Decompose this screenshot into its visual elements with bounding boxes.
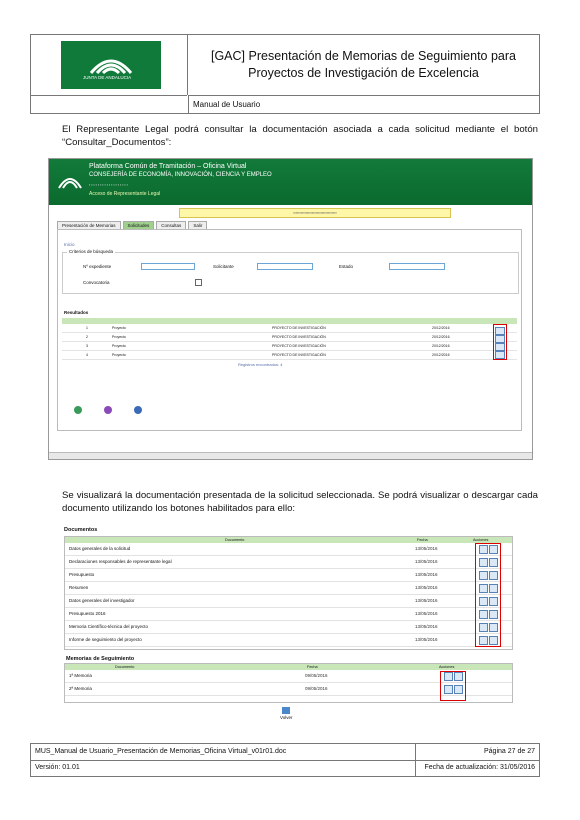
footer-doc-name: MUS_Manual de Usuario_Presentación de Me… <box>35 748 287 755</box>
banner-access: Acceso de Representante Legal <box>89 191 161 197</box>
screenshot-consultar-documentos: Plataforma Común de Tramitación – Oficin… <box>48 158 533 460</box>
banner-title: Plataforma Común de Tramitación – Oficin… <box>89 163 247 170</box>
estado-input[interactable] <box>389 263 445 270</box>
search-panel: Inicio Criterios de búsqueda Nº expedien… <box>57 229 522 431</box>
document-subtitle: Manual de Usuario <box>188 95 539 114</box>
junta-logo: JUNTA DE ANDALUCIA <box>31 35 188 95</box>
table-row: Declaraciones responsables de representa… <box>65 556 512 569</box>
consultar-documentos-icon[interactable] <box>495 327 505 335</box>
fieldset-legend: Criterios de búsqueda <box>67 249 116 254</box>
table-row: Informe de seguimiento del proyecto 13/05… <box>65 634 512 647</box>
warning-bar: ▪▪▪▪▪▪▪▪▪▪▪▪▪▪▪▪▪▪▪▪▪▪▪▪▪▪▪▪▪▪▪▪▪▪▪ <box>179 208 451 218</box>
tab-solicitudes[interactable]: Solicitudes <box>122 221 155 229</box>
table-row: Datos generales de la solicitud 13/05/201… <box>65 543 512 556</box>
memorias-actions-highlight <box>440 671 466 701</box>
breadcrumb[interactable]: Inicio <box>64 242 75 247</box>
footer-page: Página 27 de 27 <box>484 748 535 755</box>
consultar-documentos-icon[interactable] <box>495 351 505 359</box>
volver-button[interactable]: Volver <box>280 707 293 720</box>
label-solicitante: Solicitante <box>213 264 234 269</box>
documents-table: Documento Fecha Acciones Datos generales… <box>64 536 513 650</box>
junta-andalucia-logo-icon <box>31 35 187 95</box>
results-table: 1 Proyecto PROYECTO DE INVESTIGACIÓN 20/12/… <box>62 318 517 360</box>
label-estado: Estado <box>339 264 354 269</box>
screenshot-documentos: Documentos Documento Fecha Acciones Dato… <box>62 527 513 721</box>
label-convocatoria: Convocatoria <box>83 280 110 285</box>
consultar-documentos-icon[interactable] <box>495 335 505 343</box>
document-footer: MUS_Manual de Usuario_Presentación de Me… <box>30 743 540 777</box>
tab-consultas[interactable]: Consultas <box>156 221 187 229</box>
paragraph-1: El Representante Legal podrá consultar l… <box>62 124 538 148</box>
search-criteria-fieldset: Criterios de búsqueda Nº expediente Soli… <box>62 249 519 294</box>
solicitante-input[interactable] <box>257 263 313 270</box>
paragraph-2: Se visualizará la documentación presenta… <box>62 490 538 514</box>
back-icon[interactable] <box>134 406 142 414</box>
search-icon[interactable] <box>74 406 82 414</box>
banner-logo-icon <box>58 178 82 189</box>
documents-title: Documentos <box>64 527 98 533</box>
results-title: Resultados <box>64 310 89 315</box>
pager: Registros encontrados: 4 <box>238 362 283 367</box>
table-row[interactable]: 4 Proyecto PROYECTO DE INVESTIGACIÓN 20/12/… <box>62 351 517 360</box>
document-actions-highlight <box>475 543 501 647</box>
bottom-actions <box>74 406 142 414</box>
clear-icon[interactable] <box>104 406 112 414</box>
document-title: [GAC] Presentación de Memorias de Seguim… <box>210 49 517 80</box>
table-row: Memoria Científico-técnica del proyecto 1… <box>65 621 512 634</box>
expediente-input[interactable] <box>141 263 195 270</box>
label-expediente: Nº expediente <box>83 264 112 269</box>
convocatoria-select[interactable] <box>195 279 202 286</box>
back-arrow-icon <box>282 707 291 714</box>
logo-text: JUNTA DE ANDALUCIA <box>83 75 132 80</box>
consultar-documentos-icon[interactable] <box>495 343 505 351</box>
memorias-title: Memorias de Seguimiento <box>66 656 135 662</box>
tab-presentacion[interactable]: Presentación de Memorias <box>57 221 121 229</box>
table-row[interactable]: 3 Proyecto PROYECTO DE INVESTIGACIÓN 20/12/… <box>62 342 517 351</box>
tab-salir[interactable]: Salir <box>188 221 208 229</box>
document-header: JUNTA DE ANDALUCIA [GAC] Presentación de… <box>30 34 540 114</box>
table-row[interactable]: 2 Proyecto PROYECTO DE INVESTIGACIÓN 20/12/… <box>62 333 517 342</box>
banner-consejeria: CONSEJERÍA DE ECONOMÍA, INNOVACIÓN, CIEN… <box>89 172 272 178</box>
portal-banner: Plataforma Común de Tramitación – Oficin… <box>49 159 532 205</box>
horizontal-scrollbar[interactable] <box>49 452 532 459</box>
table-row: Presupuesto 2016 13/05/2016 <box>65 608 512 621</box>
tab-bar: Presentación de Memorias Solicitudes Con… <box>57 221 208 229</box>
table-row[interactable]: 1 Proyecto PROYECTO DE INVESTIGACIÓN 20/12/… <box>62 324 517 333</box>
banner-detail: ▪ ▪ ▪ ▪ ▪ ▪ ▪ ▪ ▪ ▪ ▪ ▪ ▪ ▪ ▪ ▪ ▪ ▪ <box>89 183 128 187</box>
table-row: Datos generales del investigador 13/05/20… <box>65 595 512 608</box>
footer-updated: Fecha de actualización: 31/05/2016 <box>424 764 535 771</box>
table-row: Presupuesto 13/05/2016 <box>65 569 512 582</box>
footer-version: Versión: 01.01 <box>35 764 80 771</box>
table-row: Resumen 13/05/2016 <box>65 582 512 595</box>
